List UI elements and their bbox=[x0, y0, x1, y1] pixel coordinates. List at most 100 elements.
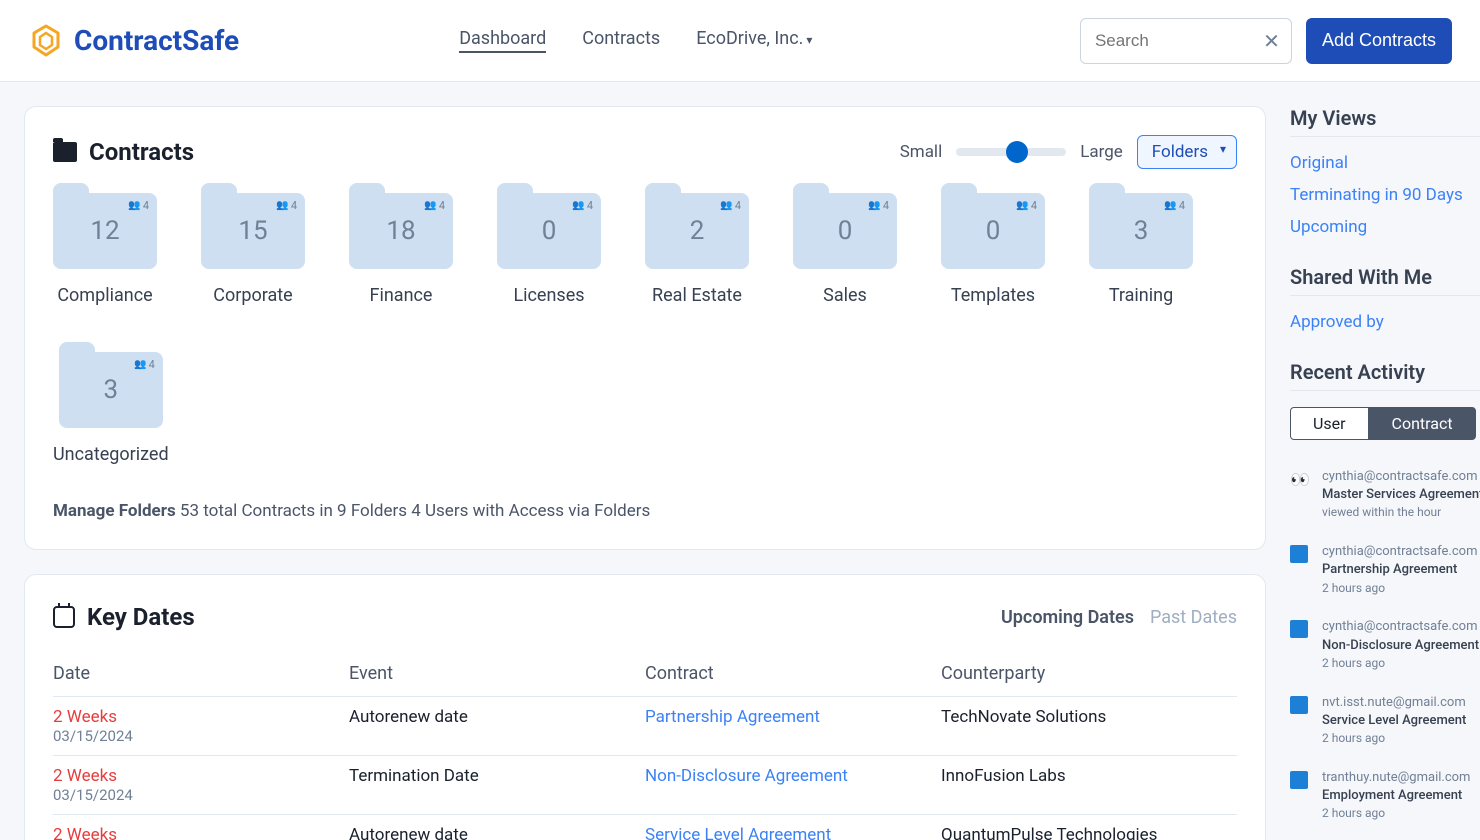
folder-label: Licenses bbox=[513, 285, 584, 306]
folder-users-badge: 👥 4 bbox=[572, 199, 593, 212]
nav-org-dropdown[interactable]: EcoDrive, Inc. bbox=[696, 28, 812, 53]
my-view-link[interactable]: Terminating in 90 Days bbox=[1290, 185, 1480, 205]
counterparty-cell: QuantumPulse Technologies bbox=[941, 815, 1237, 840]
activity-doc: Master Services Agreement bbox=[1322, 486, 1480, 504]
col-date: Date bbox=[53, 651, 349, 697]
shared-heading: Shared With Me bbox=[1290, 265, 1480, 296]
folder-count: 12 bbox=[90, 216, 119, 246]
folder-shape: 👥 4 3 bbox=[59, 352, 163, 428]
size-slider[interactable] bbox=[956, 148, 1066, 156]
manage-folders-link[interactable]: Manage Folders bbox=[53, 501, 176, 521]
nav-dashboard[interactable]: Dashboard bbox=[459, 28, 546, 53]
key-dates-title: Key Dates bbox=[87, 603, 195, 631]
folder-users-badge: 👥 4 bbox=[276, 199, 297, 212]
document-icon bbox=[1290, 620, 1308, 638]
activity-doc: Employment Agreement bbox=[1322, 787, 1470, 805]
tab-upcoming-dates[interactable]: Upcoming Dates bbox=[1001, 607, 1134, 628]
activity-item[interactable]: 👀 cynthia@contractsafe.com Master Servic… bbox=[1290, 468, 1480, 521]
activity-item[interactable]: cynthia@contractsafe.com Non-Disclosure … bbox=[1290, 618, 1480, 671]
my-view-link[interactable]: Original bbox=[1290, 153, 1480, 173]
folder-label: Templates bbox=[951, 285, 1035, 306]
date-relative: 2 Weeks bbox=[53, 825, 349, 840]
folder-item[interactable]: 👥 4 12 Compliance bbox=[53, 193, 157, 306]
my-view-link[interactable]: Upcoming bbox=[1290, 217, 1480, 237]
folder-item[interactable]: 👥 4 3 Uncategorized bbox=[53, 352, 169, 465]
contract-link[interactable]: Service Level Agreement bbox=[645, 825, 831, 840]
folder-item[interactable]: 👥 4 3 Training bbox=[1089, 193, 1193, 306]
activity-time: 2 hours ago bbox=[1322, 580, 1477, 597]
folder-count: 2 bbox=[690, 216, 705, 246]
folder-label: Uncategorized bbox=[53, 444, 169, 465]
counterparty-cell: InnoFusion Labs bbox=[941, 756, 1237, 815]
folder-count: 3 bbox=[1134, 216, 1149, 246]
contract-link[interactable]: Non-Disclosure Agreement bbox=[645, 766, 848, 786]
nav-contracts[interactable]: Contracts bbox=[582, 28, 660, 53]
view-mode-dropdown[interactable]: Folders bbox=[1137, 135, 1237, 169]
event-cell: Termination Date bbox=[349, 756, 645, 815]
folder-shape: 👥 4 0 bbox=[793, 193, 897, 269]
folder-count: 18 bbox=[386, 216, 415, 246]
date-relative: 2 Weeks bbox=[53, 766, 349, 786]
folder-shape: 👥 4 2 bbox=[645, 193, 749, 269]
folder-shape: 👥 4 18 bbox=[349, 193, 453, 269]
folder-label: Real Estate bbox=[652, 285, 742, 306]
folder-count: 0 bbox=[986, 216, 1001, 246]
activity-user: nvt.isst.nute@gmail.com bbox=[1322, 694, 1466, 712]
date-relative: 2 Weeks bbox=[53, 707, 349, 727]
folder-users-badge: 👥 4 bbox=[128, 199, 149, 212]
shared-link[interactable]: Approved by bbox=[1290, 312, 1480, 332]
folder-item[interactable]: 👥 4 0 Licenses bbox=[497, 193, 601, 306]
my-views-heading: My Views bbox=[1290, 106, 1480, 137]
folder-count: 3 bbox=[103, 375, 118, 405]
folder-item[interactable]: 👥 4 0 Templates bbox=[941, 193, 1045, 306]
brand-logo[interactable]: ContractSafe bbox=[28, 23, 239, 59]
activity-time: viewed within the hour bbox=[1322, 504, 1480, 521]
document-icon bbox=[1290, 771, 1308, 789]
folder-count: 15 bbox=[238, 216, 267, 246]
folder-users-badge: 👥 4 bbox=[720, 199, 741, 212]
toggle-contract[interactable]: Contract bbox=[1369, 407, 1476, 440]
contracts-panel: Contracts Small Large Folders 👥 4 12 Com… bbox=[24, 106, 1266, 550]
folder-label: Sales bbox=[823, 285, 867, 306]
size-large-label: Large bbox=[1080, 142, 1123, 162]
activity-item[interactable]: nvt.isst.nute@gmail.com Service Level Ag… bbox=[1290, 694, 1480, 747]
folder-item[interactable]: 👥 4 15 Corporate bbox=[201, 193, 305, 306]
key-date-row: 2 Weeks03/15/2024 Autorenew date Partner… bbox=[53, 697, 1237, 756]
folder-label: Corporate bbox=[213, 285, 292, 306]
key-dates-panel: Key Dates Upcoming Dates Past Dates Date… bbox=[24, 574, 1266, 840]
recent-activity-heading: Recent Activity bbox=[1290, 360, 1480, 391]
tab-past-dates[interactable]: Past Dates bbox=[1150, 607, 1237, 628]
calendar-icon bbox=[53, 606, 75, 628]
folder-label: Training bbox=[1109, 285, 1173, 306]
counterparty-cell: TechNovate Solutions bbox=[941, 697, 1237, 756]
contract-link[interactable]: Partnership Agreement bbox=[645, 707, 820, 727]
folder-users-badge: 👥 4 bbox=[1016, 199, 1037, 212]
logo-icon bbox=[28, 23, 64, 59]
col-counterparty: Counterparty bbox=[941, 651, 1237, 697]
event-cell: Autorenew date bbox=[349, 697, 645, 756]
activity-user: cynthia@contractsafe.com bbox=[1322, 543, 1477, 561]
folder-icon bbox=[53, 142, 77, 162]
size-small-label: Small bbox=[900, 142, 943, 162]
key-date-row: 2 Weeks03/15/2024 Autorenew date Service… bbox=[53, 815, 1237, 840]
toggle-user[interactable]: User bbox=[1290, 407, 1369, 440]
folder-users-badge: 👥 4 bbox=[134, 358, 155, 371]
activity-item[interactable]: tranthuy.nute@gmail.com Employment Agree… bbox=[1290, 769, 1480, 822]
activity-time: 2 hours ago bbox=[1322, 805, 1470, 822]
activity-time: 2 hours ago bbox=[1322, 730, 1466, 747]
folder-users-badge: 👥 4 bbox=[424, 199, 445, 212]
folder-users-badge: 👥 4 bbox=[1164, 199, 1185, 212]
folder-shape: 👥 4 15 bbox=[201, 193, 305, 269]
folder-item[interactable]: 👥 4 0 Sales bbox=[793, 193, 897, 306]
slider-thumb[interactable] bbox=[1006, 141, 1028, 163]
folder-shape: 👥 4 12 bbox=[53, 193, 157, 269]
folder-item[interactable]: 👥 4 2 Real Estate bbox=[645, 193, 749, 306]
folder-summary: 53 total Contracts in 9 Folders 4 Users … bbox=[180, 501, 650, 521]
add-contracts-button[interactable]: Add Contracts bbox=[1306, 18, 1452, 64]
search-input[interactable] bbox=[1080, 18, 1292, 64]
folder-item[interactable]: 👥 4 18 Finance bbox=[349, 193, 453, 306]
search-clear-icon[interactable]: ✕ bbox=[1263, 29, 1280, 53]
key-date-row: 2 Weeks03/15/2024 Termination Date Non-D… bbox=[53, 756, 1237, 815]
activity-item[interactable]: cynthia@contractsafe.com Partnership Agr… bbox=[1290, 543, 1480, 596]
activity-doc: Partnership Agreement bbox=[1322, 561, 1477, 579]
